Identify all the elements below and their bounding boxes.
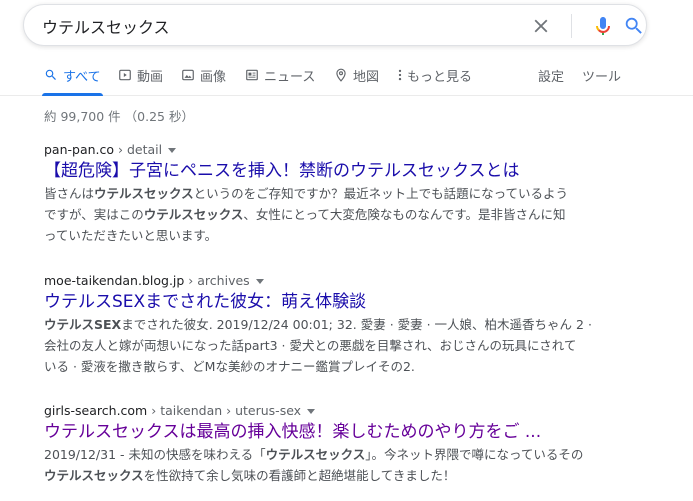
tab-label: 地図 [353,70,380,85]
tab-label: ニュース [264,70,316,85]
chevron-down-icon[interactable] [168,148,177,153]
snippet-text: っていただきたいと思います。 [44,228,218,243]
tab-label: すべて [63,70,101,85]
search-divider [571,14,572,38]
result-snippet: 皆さんはウテルスセックスというのをご存知ですか？最近ネット上でも話題になっている… [44,183,589,246]
snippet-line: 皆さんはウテルスセックスというのをご存知ですか？最近ネット上でも話題になっている… [44,183,589,204]
snippet-text: 、女性にとって大変危険なものなんです。是非皆さんに知 [243,207,566,222]
search-input[interactable] [42,14,512,38]
chevron-down-icon[interactable] [255,279,264,284]
result-domain[interactable]: girls-search.com [44,403,147,418]
search-icon[interactable] [623,15,645,37]
settings-link[interactable]: 設定 [538,66,564,85]
tab-all[interactable]: すべて [42,66,103,96]
tab-news[interactable]: ニュース [245,66,315,96]
video-icon [119,69,131,81]
snippet-line: ですが、実はこのウテルスセックス、女性にとって大変危険なものなんです。是非皆さん… [44,204,589,225]
snippet-text: 会社の友人と嫁が両想いになった話part3 · 愛犬との悪戯を目撃され、おじさん… [44,338,577,353]
tab-label: 画像 [200,70,227,85]
snippet-line: ウテルスセックスを性欲持て余し気味の看護師と超絶堪能してきました！ [44,465,589,486]
more-vert-icon [398,69,402,81]
snippet-text: までされた彼女. 2019/12/24 00:01; 32. 愛妻 · 愛妻 ·… [121,317,592,332]
search-result: girls-search.com › taikendan › uterus-se… [44,402,589,486]
result-cite: pan-pan.co › detail [44,141,589,159]
tab-label: 動画 [137,70,164,85]
snippet-text: を性欲持て余し気味の看護師と超絶堪能してきました！ [143,468,456,483]
snippet-highlight: ウテルスSEX [44,317,122,332]
tab-maps[interactable]: 地図 [334,66,379,96]
snippet-text: 皆さんは [44,186,95,201]
result-snippet: 2019/12/31 - 未知の快感を味わえる「ウテルスセックス」。今ネット界隈… [44,444,589,486]
snippet-text: いる · 愛液を撒き散らす、どMな美紗のオナニー鑑賞プレイその2. [44,359,415,374]
image-icon [182,69,194,81]
tools-link[interactable]: ツール [582,66,621,85]
tab-images[interactable]: 画像 [181,66,226,96]
result-title[interactable]: ウテルスSEXまでされた彼女：萌え体験談 [44,290,589,314]
result-domain[interactable]: moe-taikendan.blog.jp [44,273,184,288]
result-cite: girls-search.com › taikendan › uterus-se… [44,402,589,420]
result-domain[interactable]: pan-pan.co [44,142,114,157]
snippet-line: ウテルスSEXまでされた彼女. 2019/12/24 00:01; 32. 愛妻… [44,314,592,335]
snippet-text: というのをご存知ですか？最近ネット上でも話題になっているよう [193,186,569,201]
clear-icon[interactable] [530,15,552,37]
result-title[interactable]: 【超危険】子宮にペニスを挿入！禁断のウテルスセックスとは [44,159,589,183]
snippet-highlight: ウテルスセックス [44,468,144,483]
search-bar [23,4,647,46]
result-cite: moe-taikendan.blog.jp › archives [44,272,589,290]
result-path: › archives [184,273,250,288]
result-stats: 約 99,700 件 （0.25 秒） [44,109,194,124]
chevron-down-icon[interactable] [307,409,316,414]
search-result: moe-taikendan.blog.jp › archives ウテルスSEX… [44,272,592,377]
snippet-line: 2019/12/31 - 未知の快感を味わえる「ウテルスセックス」。今ネット界隈… [44,444,589,465]
result-snippet: ウテルスSEXまでされた彼女. 2019/12/24 00:01; 32. 愛妻… [44,314,592,377]
tab-videos[interactable]: 動画 [118,66,163,96]
snippet-highlight: ウテルスセックス [143,207,244,222]
result-path: › taikendan › uterus-sex [147,403,302,418]
snippet-highlight: ウテルスセックス [94,186,194,201]
snippet-text: 2019/12/31 - 未知の快感を味わえる「 [44,447,266,462]
snippet-text: ですが、実はこの [44,207,144,222]
tab-label: もっと見る [407,70,473,85]
map-pin-icon [336,68,346,82]
snippet-highlight: ウテルスセックス [265,447,366,462]
search-tabs: すべて 動画 画像 ニュース 地図 もっと見る 設定 ツール [0,60,693,96]
snippet-line: 会社の友人と嫁が両想いになった話part3 · 愛犬との悪戯を目撃され、おじさん… [44,335,589,356]
snippet-line: いる · 愛液を撒き散らす、どMな美紗のオナニー鑑賞プレイその2. [44,356,589,377]
result-path: › detail [114,142,163,157]
news-icon [246,69,258,81]
result-title[interactable]: ウテルスセックスは最高の挿入快感！楽しむためのやり方をご ... [44,420,589,444]
snippet-text: 」。今ネット界隈で噂になっているその [365,447,584,462]
microphone-icon[interactable] [591,14,615,38]
snippet-line: っていただきたいと思います。 [44,225,589,246]
search-result: pan-pan.co › detail 【超危険】子宮にペニスを挿入！禁断のウテ… [44,141,589,246]
tab-more[interactable]: もっと見る [397,66,472,96]
search-icon [45,69,56,80]
